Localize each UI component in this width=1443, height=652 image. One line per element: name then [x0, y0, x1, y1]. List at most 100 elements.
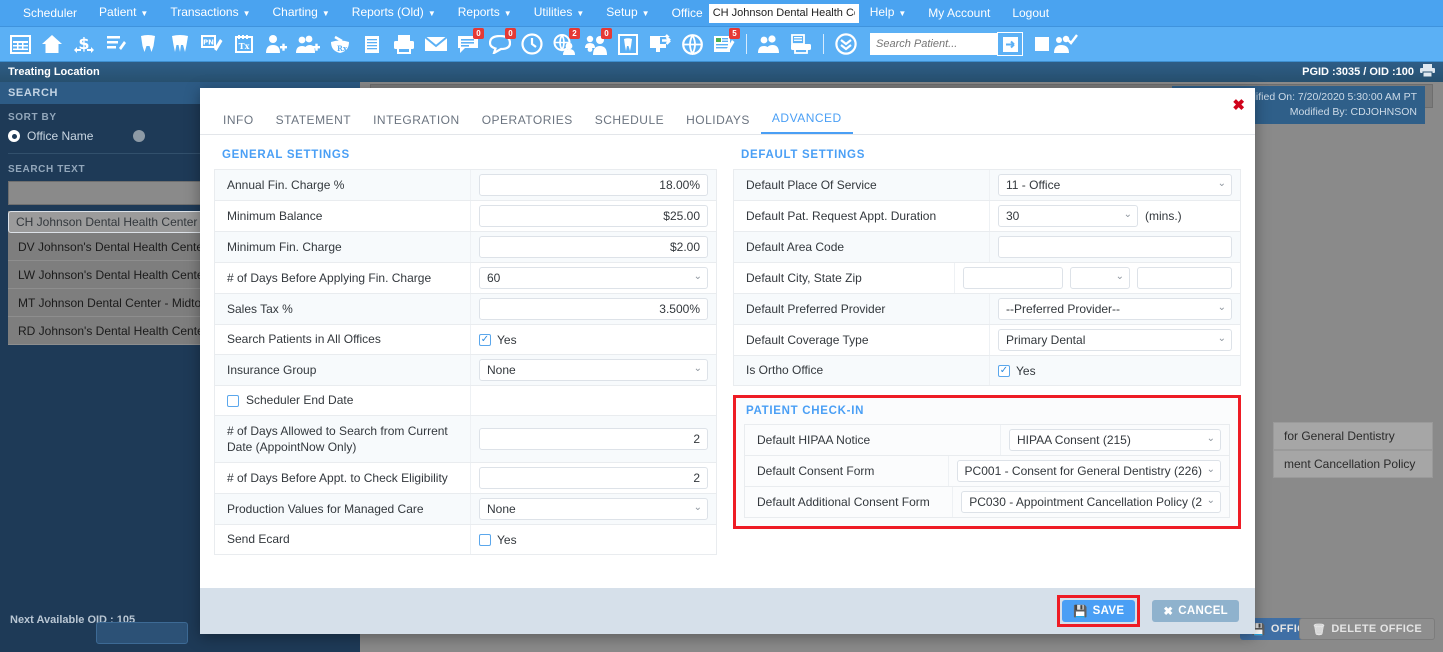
default-zip-input[interactable]: [1137, 267, 1232, 289]
sort-by-secondary-radio[interactable]: [133, 130, 152, 142]
default-settings-column: DEFAULT SETTINGS Default Place Of Servic…: [733, 145, 1241, 555]
is-ortho-office-checkbox[interactable]: Yes: [998, 364, 1036, 378]
default-state-select[interactable]: ⌄: [1070, 267, 1130, 289]
envelope-mail-icon[interactable]: [421, 29, 451, 59]
perio-pencil-icon[interactable]: PN: [197, 29, 227, 59]
tab-operatories[interactable]: OPERATORIES: [471, 113, 584, 134]
molar-icon[interactable]: [165, 29, 195, 59]
tooth-frame-icon[interactable]: [613, 29, 643, 59]
select-value: HIPAA Consent (215): [1017, 433, 1131, 447]
edit-form-icon[interactable]: 5: [709, 28, 740, 59]
menu-item-setup[interactable]: Setup ▼: [595, 0, 660, 27]
grid-calendar-icon[interactable]: [5, 29, 35, 59]
speech-bubble-icon[interactable]: 0: [485, 28, 516, 59]
chat-message-icon[interactable]: 0: [453, 28, 484, 59]
users-icon[interactable]: [754, 29, 784, 59]
days-before-eligibility-input[interactable]: [479, 467, 708, 489]
sort-by-office-name-radio[interactable]: Office Name: [8, 129, 93, 143]
table-row: # of Days Before Applying Fin. Charge 60…: [215, 263, 716, 294]
add-patient-icon[interactable]: [261, 29, 291, 59]
family-group-icon[interactable]: 0: [581, 28, 612, 59]
default-city-input[interactable]: [963, 267, 1063, 289]
sales-tax-input[interactable]: [479, 298, 708, 320]
scheduler-end-date-checkbox[interactable]: Scheduler End Date: [227, 393, 353, 408]
default-place-of-service-select[interactable]: 11 - Office ⌄: [998, 174, 1232, 196]
checkbox-checked-icon: [479, 333, 491, 346]
menu-label: Utilities: [533, 5, 573, 20]
default-preferred-provider-select[interactable]: --Preferred Provider-- ⌄: [998, 298, 1232, 320]
menu-label: Reports: [457, 5, 500, 20]
minimum-balance-input[interactable]: [479, 205, 708, 227]
tab-info[interactable]: INFO: [212, 113, 265, 134]
tab-statement[interactable]: STATEMENT: [265, 113, 362, 134]
send-ecard-checkbox[interactable]: Yes: [479, 533, 517, 547]
production-values-select[interactable]: None ⌄: [479, 498, 708, 520]
default-hipaa-notice-select[interactable]: HIPAA Consent (215) ⌄: [1009, 429, 1221, 451]
screen-share-icon[interactable]: [645, 29, 675, 59]
delete-office-button[interactable]: 🗑 DELETE OFFICE: [1299, 618, 1435, 640]
chevron-down-icon: ⌄: [693, 363, 702, 374]
general-settings-table: Annual Fin. Charge % Minimum Balance Min…: [214, 169, 717, 555]
default-additional-consent-form-select[interactable]: PC030 - Appointment Cancellation Policy …: [961, 491, 1221, 513]
menu-label: Charting: [272, 5, 318, 20]
tab-holidays[interactable]: HOLIDAYS: [675, 113, 761, 134]
default-appt-duration-select[interactable]: 30 ⌄: [998, 205, 1138, 227]
prescription-rx-icon[interactable]: Rx: [325, 29, 355, 59]
double-chevron-down-icon[interactable]: [831, 29, 861, 59]
sidebar-action-button[interactable]: [96, 622, 188, 644]
menu-item-scheduler[interactable]: Scheduler: [12, 0, 88, 27]
search-patient-input[interactable]: [870, 33, 998, 55]
default-coverage-type-select[interactable]: Primary Dental ⌄: [998, 329, 1232, 351]
default-area-code-input[interactable]: [998, 236, 1232, 258]
menu-label: My Account: [928, 5, 991, 20]
tab-integration[interactable]: INTEGRATION: [362, 113, 471, 134]
add-family-icon[interactable]: [293, 29, 323, 59]
default-consent-form-select[interactable]: PC001 - Consent for General Dentistry (2…: [956, 460, 1221, 482]
menu-item-help[interactable]: Help ▼: [859, 0, 918, 27]
menu-item-charting[interactable]: Charting ▼: [262, 0, 341, 27]
tooth-icon[interactable]: [133, 29, 163, 59]
print-icon[interactable]: [1420, 64, 1435, 80]
global-patient-icon[interactable]: 2: [549, 28, 580, 59]
blank-square-icon[interactable]: [1035, 37, 1049, 51]
menu-item-transactions[interactable]: Transactions ▼: [159, 0, 261, 27]
verified-users-icon[interactable]: [1050, 29, 1080, 59]
menu-item-logout[interactable]: Logout: [1001, 0, 1060, 27]
row-label: Minimum Balance: [215, 201, 471, 231]
dollar-transactions-icon[interactable]: $: [69, 29, 99, 59]
treatment-plan-icon[interactable]: Tx: [229, 29, 259, 59]
home-icon[interactable]: [37, 29, 67, 59]
fax-printer-icon[interactable]: [786, 29, 816, 59]
clipboard-icon[interactable]: [357, 29, 387, 59]
tab-advanced[interactable]: ADVANCED: [760, 111, 853, 134]
days-allowed-search-input[interactable]: [479, 428, 708, 450]
arrow-right-icon: [1002, 36, 1018, 52]
minimum-fin-charge-input[interactable]: [479, 236, 708, 258]
notes-pencil-icon[interactable]: [101, 29, 131, 59]
toolbar-divider: [823, 34, 824, 54]
annual-fin-charge-input[interactable]: [479, 174, 708, 196]
general-settings-title: GENERAL SETTINGS: [222, 149, 350, 161]
office-input[interactable]: [708, 3, 859, 23]
cancel-button[interactable]: ✖ CANCEL: [1152, 600, 1239, 622]
menu-item-patient[interactable]: Patient ▼: [88, 0, 159, 27]
search-all-offices-checkbox[interactable]: Yes: [479, 333, 517, 347]
clock-icon[interactable]: [517, 29, 547, 59]
printer-icon[interactable]: [389, 29, 419, 59]
close-icon[interactable]: ✖: [1232, 98, 1245, 113]
row-label: Insurance Group: [215, 355, 471, 385]
globe-icon[interactable]: [677, 29, 707, 59]
menu-item-my-account[interactable]: My Account: [917, 0, 1001, 27]
save-button[interactable]: 💾 SAVE: [1062, 600, 1136, 622]
background-row: ment Cancellation Policy: [1273, 450, 1433, 478]
pgid-text: PGID :3035 / OID :100: [1302, 66, 1414, 78]
insurance-group-select[interactable]: None ⌄: [479, 359, 708, 381]
search-go-button[interactable]: [997, 32, 1023, 56]
menu-item-reports[interactable]: Reports ▼: [447, 0, 523, 27]
menu-item-reports-old[interactable]: Reports (Old) ▼: [341, 0, 447, 27]
menu-item-utilities[interactable]: Utilities ▼: [523, 0, 596, 27]
days-before-fin-charge-select[interactable]: 60 ⌄: [479, 267, 708, 289]
table-row: Is Ortho Office Yes: [734, 356, 1240, 386]
radio-selected-icon: [8, 130, 20, 142]
tab-schedule[interactable]: SCHEDULE: [584, 113, 675, 134]
